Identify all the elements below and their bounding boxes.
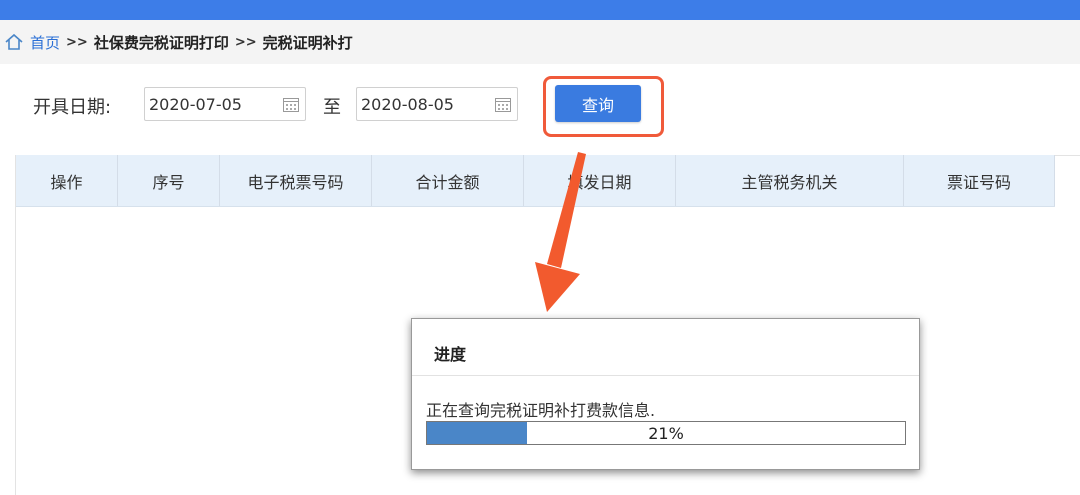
table-header-tail (1055, 155, 1080, 206)
start-date-value: 2020-07-05 (149, 95, 242, 114)
to-label: 至 (323, 97, 341, 118)
breadcrumb: 首页 >> 社保费完税证明打印 >> 完税证明补打 (0, 20, 1080, 64)
progress-percent: 21% (648, 423, 684, 443)
breadcrumb-separator: >> (66, 34, 88, 50)
column-header-ticket-number: 电子税票号码 (220, 155, 372, 206)
breadcrumb-home-link[interactable]: 首页 (30, 32, 60, 53)
breadcrumb-item-print[interactable]: 社保费完税证明打印 (94, 32, 229, 53)
dialog-message: 正在查询完税证明补打费款信息. (426, 401, 656, 420)
calendar-icon[interactable] (495, 97, 511, 112)
progress-dialog: 进度 正在查询完税证明补打费款信息. 21% (411, 318, 920, 470)
arrow-icon (535, 152, 586, 312)
calendar-icon[interactable] (283, 97, 299, 112)
dialog-title: 进度 (434, 345, 467, 364)
column-header-tax-authority: 主管税务机关 (676, 155, 904, 206)
column-header-index: 序号 (118, 155, 220, 206)
column-header-voucher-number: 票证号码 (904, 155, 1055, 206)
top-bar (0, 0, 1080, 20)
progress-bar: 21% (426, 421, 906, 445)
start-date-input[interactable]: 2020-07-05 (144, 87, 306, 121)
breadcrumb-item-reprint: 完税证明补打 (262, 33, 353, 52)
dialog-divider (412, 375, 919, 376)
home-icon[interactable] (4, 32, 24, 52)
column-header-total-amount: 合计金额 (372, 155, 524, 206)
issue-date-label: 开具日期: (33, 97, 112, 118)
breadcrumb-separator: >> (234, 34, 257, 50)
end-date-value: 2020-08-05 (361, 95, 454, 114)
column-header-action: 操作 (16, 155, 118, 206)
query-button[interactable]: 查询 (555, 85, 641, 122)
end-date-input[interactable]: 2020-08-05 (356, 87, 518, 121)
